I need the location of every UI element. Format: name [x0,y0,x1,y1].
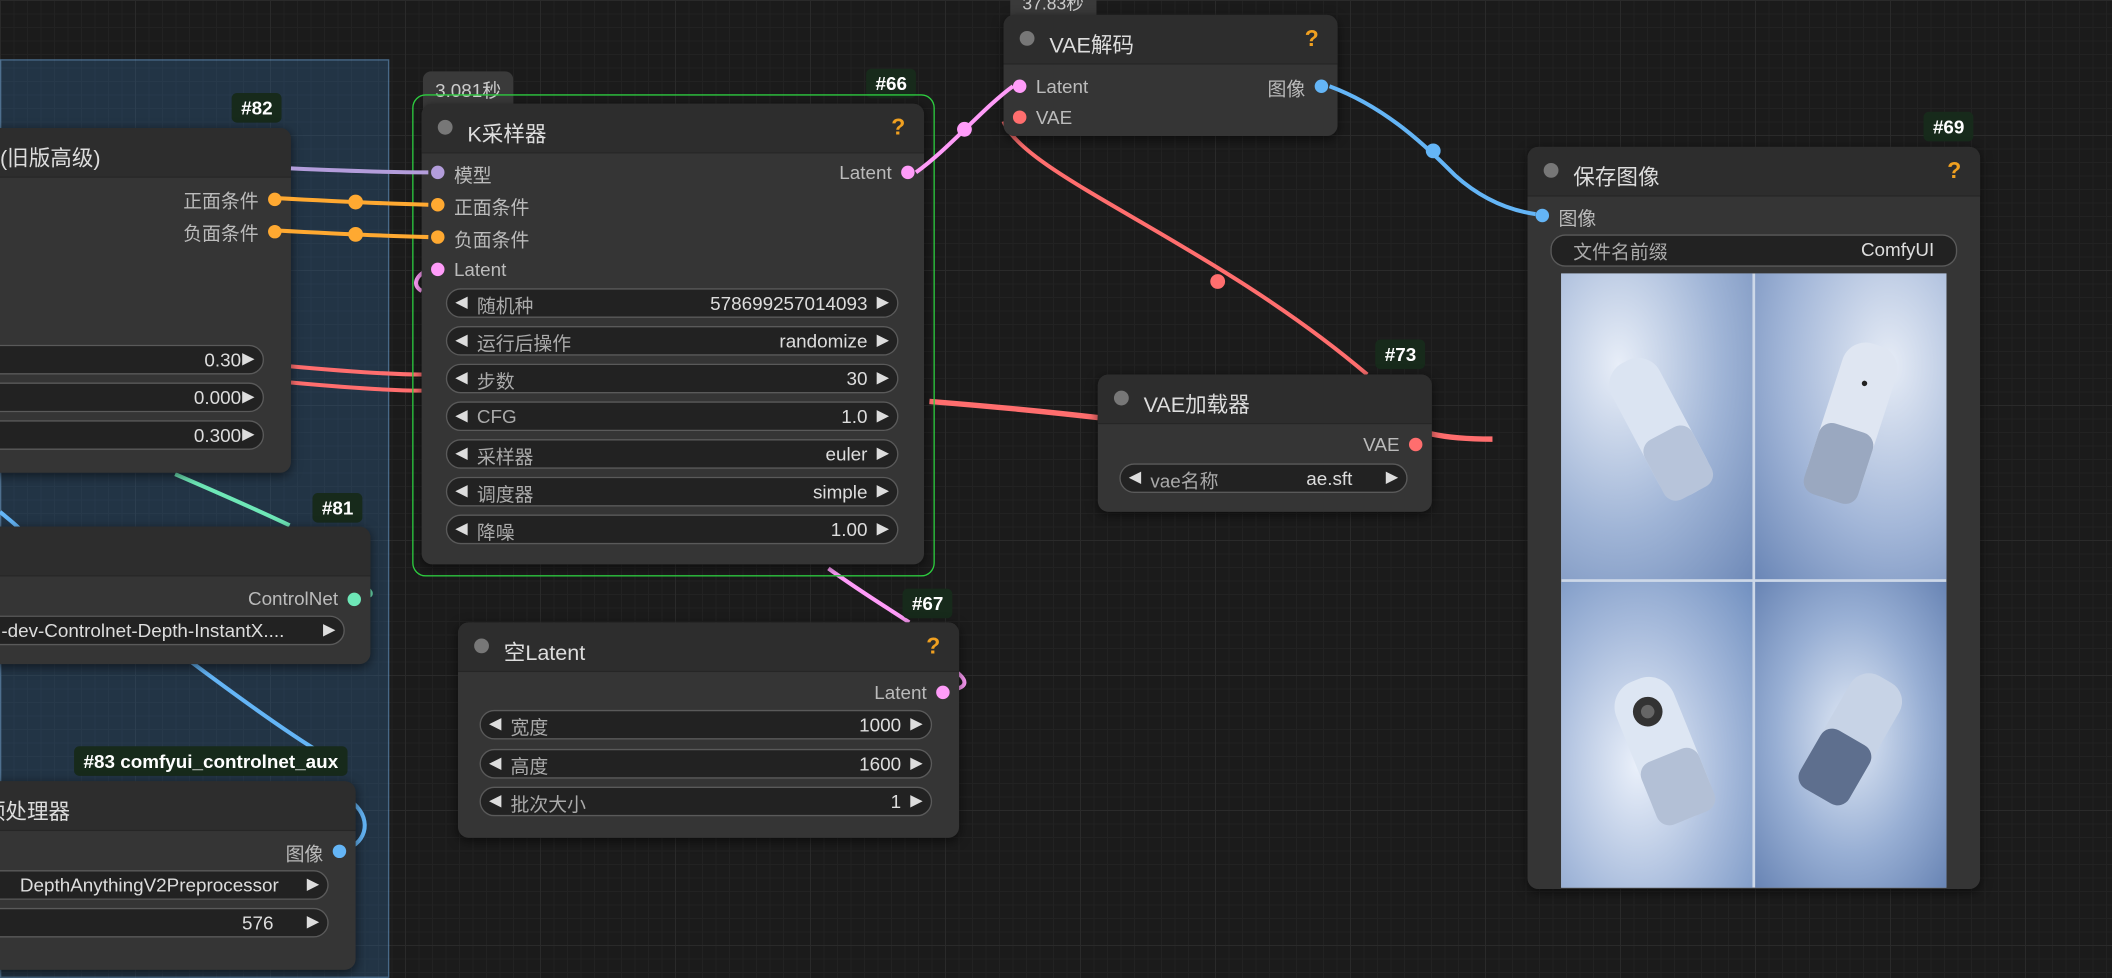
reroute-dot [348,194,364,210]
reroute-dot [348,226,364,242]
reroute-dot [1425,143,1441,159]
wire-model [290,166,429,175]
reroute-dot [957,121,972,137]
reroute-dot [1210,274,1226,289]
wires-front [274,84,1536,289]
